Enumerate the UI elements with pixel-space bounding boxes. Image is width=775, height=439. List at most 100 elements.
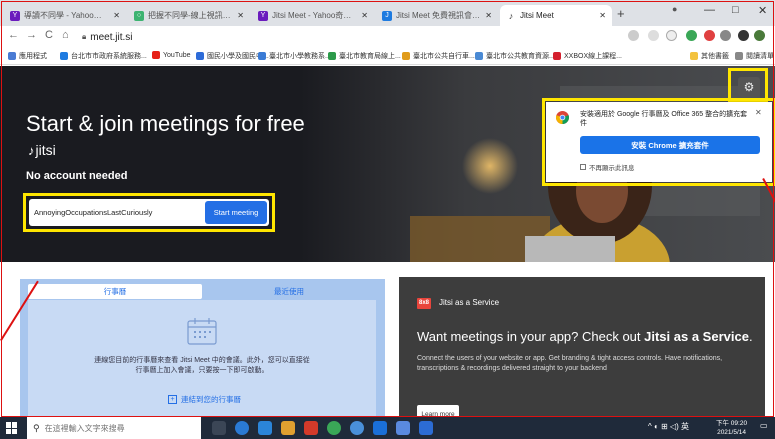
taskbar-search[interactable]: ⚲ [27,417,201,439]
tab-close-icon[interactable]: ✕ [113,11,120,20]
bookmark-item[interactable]: 臺北市小學教務系... [258,51,331,61]
start-meeting-button[interactable]: Start meeting [205,201,267,224]
screen: Y 導讀不同學 - Yahoo奇摩 搜尋結果 ✕ ○ 把握不同學-線上視訊研討站… [0,0,775,439]
reading-list[interactable]: 閱讀清單 [735,51,774,61]
tab-label: Jitsi Meet [520,11,554,20]
bookmark-favicon-icon [328,52,336,60]
jaas-promo-panel: 8x8 Jitsi as a Service Want meetings in … [399,277,765,423]
account-icon[interactable]: ● [672,4,677,14]
calendar-tabs: 行事曆 最近使用 [28,284,376,299]
app-icon[interactable] [396,421,410,435]
bookmark-star-icon[interactable] [666,30,677,41]
app-icon[interactable] [258,421,272,435]
zoom-icon[interactable] [648,30,659,41]
chrome-taskbar-icon[interactable] [327,421,341,435]
windows-taskbar: ⚲ ^ ◐ ⊞ ◁) 英 下午 09:20 2021/5/14 ▭ [0,417,775,439]
app-icon[interactable] [304,421,318,435]
reading-list-icon [735,52,743,60]
translate-icon[interactable] [628,30,639,41]
ie-icon[interactable] [373,421,387,435]
browser-tab[interactable]: J Jitsi Meet 免費視訊會議軟體 - 免費開 ✕ [376,5,498,26]
file-explorer-icon[interactable] [281,421,295,435]
extensions-puzzle-icon[interactable] [738,30,749,41]
taskbar-search-input[interactable] [44,423,195,433]
lower-content: 行事曆 最近使用 連線您目前的行事曆來查看 Jitsi Meet 中的會議。此外… [0,262,775,423]
browser-tab[interactable]: ○ 把握不同學-線上視訊研討站 ✕ [128,5,250,26]
highlight-box [542,98,775,186]
back-icon[interactable]: ← [8,29,19,41]
jaas-title: Jitsi as a Service [439,298,500,307]
calendar-body: 連線您目前的行事曆來查看 Jitsi Meet 中的會議。此外，您可以直接從行事… [28,300,376,419]
bookmark-favicon-icon [196,52,204,60]
settings-gear-icon[interactable]: ⚙ [738,77,760,97]
browser-tab[interactable]: Y Jitsi Meet - Yahoo奇摩 搜尋結果 ✕ [252,5,374,26]
tab-close-icon[interactable]: ✕ [599,11,606,20]
bookmarks-bar: 應用程式 台北市市政府系統服務... YouTube 國民小學及國民中... 臺… [0,48,775,65]
bookmark-favicon-icon [258,52,266,60]
bookmark-item[interactable]: 應用程式 [8,51,47,61]
bookmark-item[interactable]: XXBOX線上課程... [553,51,622,61]
connect-calendar-button[interactable]: + 連結到您的行事曆 [168,394,241,405]
bookmark-item[interactable]: YouTube [152,51,191,59]
task-view-icon[interactable] [212,421,226,435]
maximize-button[interactable]: □ [732,4,739,16]
bookmark-favicon-icon [402,52,410,60]
hero-headline: Start & join meetings for free [26,111,305,136]
browser-tab[interactable]: Y 導讀不同學 - Yahoo奇摩 搜尋結果 ✕ [4,5,126,26]
extension-icon[interactable] [720,30,731,41]
calendar-description: 連線您目前的行事曆來查看 Jitsi Meet 中的會議。此外，您可以直接從行事… [94,357,310,374]
tab-favicon-icon: J [382,10,392,21]
bookmark-item[interactable]: 臺北市公共自行車... [402,51,475,61]
extension-icon[interactable] [704,30,715,41]
new-tab-button[interactable]: + [617,6,625,21]
jitsi-logo[interactable]: ♪jitsi [28,142,56,158]
tab-close-icon[interactable]: ✕ [361,11,368,20]
bookmark-folder[interactable]: 其他書籤 [690,51,729,61]
close-window-button[interactable]: ✕ [758,4,767,17]
search-icon: ⚲ [33,422,40,433]
lock-icon: 🔒︎ [82,32,87,41]
room-name-input[interactable] [29,208,199,217]
tab-label: 把握不同學-線上視訊研討站 [148,11,233,20]
omnibox[interactable]: 🔒︎ [82,29,602,45]
tab-favicon-icon: ○ [134,10,144,21]
calendar-panel: 行事曆 最近使用 連線您目前的行事曆來查看 Jitsi Meet 中的會議。此外… [20,279,385,419]
tab-calendar[interactable]: 行事曆 [28,284,202,299]
jaas-description: Connect the users of your website or app… [417,355,723,372]
calendar-icon [187,318,217,345]
extension-icon[interactable] [686,30,697,41]
address-bar: ← → C ⌂ 🔒︎ [0,26,775,48]
forward-icon[interactable]: → [26,29,37,41]
tab-close-icon[interactable]: ✕ [485,11,492,20]
bookmark-item[interactable]: 臺北市教育局線上... [328,51,401,61]
tab-label: Jitsi Meet - Yahoo奇摩 搜尋結果 [272,11,357,20]
minimize-button[interactable]: — [704,4,715,16]
reload-icon[interactable]: C [45,29,53,41]
url-input[interactable] [90,31,571,43]
8x8-logo: 8x8 [417,298,431,309]
tab-favicon-icon: Y [258,10,268,21]
tab-favicon-icon: ♪ [506,10,516,21]
folder-icon [690,52,698,60]
app-icon[interactable] [350,421,364,435]
app-icon[interactable] [419,421,433,435]
browser-tab-active[interactable]: ♪ Jitsi Meet ✕ [500,5,612,26]
profile-avatar[interactable] [754,30,765,41]
tab-label: Jitsi Meet 免費視訊會議軟體 - 免費開 [396,11,481,20]
tab-recent[interactable]: 最近使用 [202,284,376,299]
tab-close-icon[interactable]: ✕ [237,11,244,20]
bookmark-item[interactable]: 台北市市政府系統服務... [60,51,147,61]
jaas-headline: Want meetings in your app? Check out Jit… [417,329,753,344]
tab-favicon-icon: Y [10,10,20,21]
jitsi-logo-icon: ♪ [28,143,35,158]
home-icon[interactable]: ⌂ [62,29,69,41]
notification-icon[interactable]: ▭ [760,421,768,430]
browser-tab-strip: Y 導讀不同學 - Yahoo奇摩 搜尋結果 ✕ ○ 把握不同學-線上視訊研討站… [0,0,775,26]
bookmark-favicon-icon [60,52,68,60]
edge-icon[interactable] [235,421,249,435]
bookmark-favicon-icon [475,52,483,60]
system-tray[interactable]: ^ ◐ ⊞ ◁) 英 [648,421,689,432]
windows-start-icon[interactable] [6,422,18,434]
taskbar-clock[interactable]: 下午 09:20 2021/5/14 [716,419,747,437]
bookmark-item[interactable]: 臺北市公共教育資源... [475,51,555,61]
